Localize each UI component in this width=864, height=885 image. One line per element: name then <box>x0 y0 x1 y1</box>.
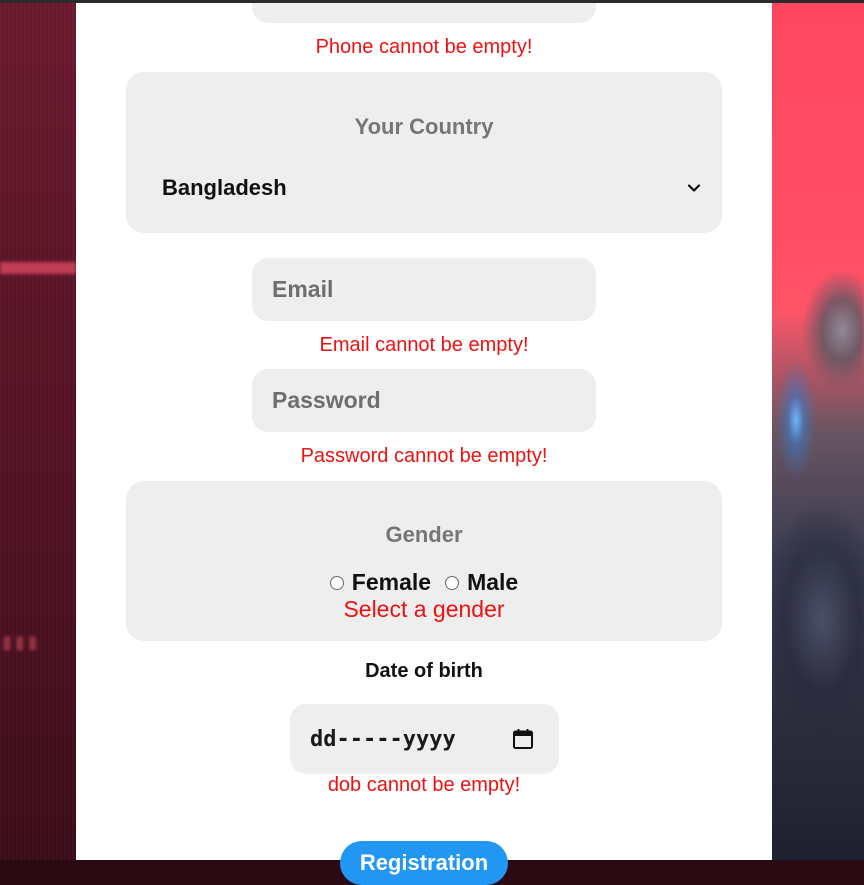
dob-placeholder: dd-----yyyy <box>310 726 456 752</box>
dob-error: dob cannot be empty! <box>327 774 521 796</box>
background-art <box>772 270 864 860</box>
background-left: ▮▮▮ <box>0 0 76 860</box>
email-field[interactable]: Email <box>252 258 596 321</box>
female-radio[interactable] <box>329 575 344 590</box>
email-placeholder: Email <box>272 276 334 302</box>
password-error: Password cannot be empty! <box>300 445 548 467</box>
gender-error: Select a gender <box>343 596 505 622</box>
gender-option-male[interactable]: Male <box>445 569 518 596</box>
male-label: Male <box>467 569 519 595</box>
female-label: Female <box>351 569 432 595</box>
calendar-icon[interactable] <box>511 727 535 751</box>
country-box: Your Country <box>126 72 722 233</box>
phone-field[interactable] <box>252 0 596 23</box>
phone-error: Phone cannot be empty! <box>315 36 533 58</box>
country-title: Your Country <box>354 114 494 139</box>
dob-label: Date of birth <box>365 660 483 682</box>
male-radio[interactable] <box>445 575 460 590</box>
chevron-down-icon <box>687 184 701 192</box>
registration-button[interactable]: Registration <box>340 841 508 885</box>
gender-title: Gender <box>385 522 463 547</box>
gender-option-female[interactable]: Female <box>329 569 432 596</box>
country-selected-value: Bangladesh <box>162 175 287 200</box>
window-top-edge <box>0 0 864 3</box>
background-blur-text: ▮▮▮ <box>2 632 41 652</box>
password-placeholder: Password <box>272 387 381 413</box>
password-field[interactable]: Password <box>252 369 596 432</box>
gender-radio-group: Female Male <box>0 569 848 596</box>
background-right <box>772 0 864 860</box>
country-select[interactable]: Bangladesh <box>162 168 702 208</box>
email-error: Email cannot be empty! <box>319 334 529 356</box>
dob-input[interactable]: dd-----yyyy <box>290 704 559 774</box>
background-stripe <box>0 262 76 274</box>
